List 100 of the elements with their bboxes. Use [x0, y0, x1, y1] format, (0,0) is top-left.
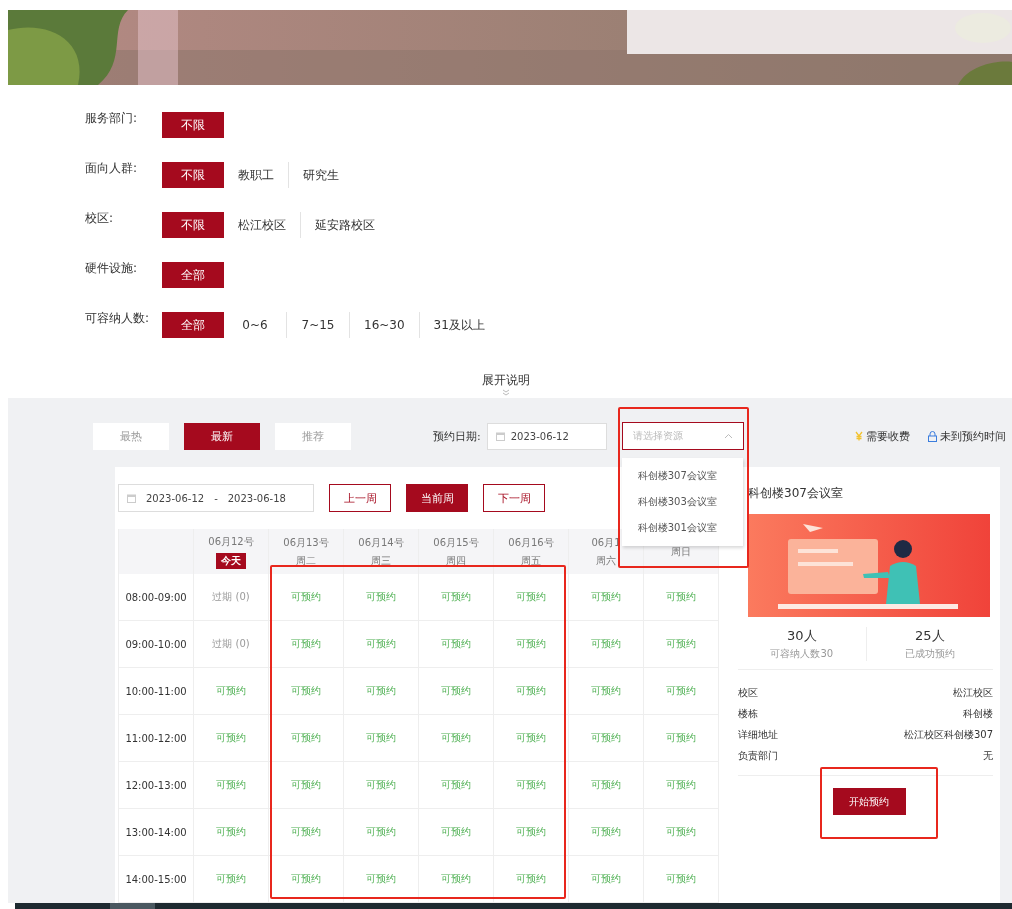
- available-slot[interactable]: 可预约: [344, 668, 419, 715]
- dropdown-option[interactable]: 科创楼303会议室: [621, 489, 743, 515]
- filter-option[interactable]: 延安路校区: [301, 212, 389, 238]
- date-label: 预约日期:: [433, 428, 481, 444]
- legend-label: 需要收费: [866, 428, 910, 444]
- available-slot[interactable]: 可预约: [419, 715, 494, 762]
- available-slot[interactable]: 可预约: [344, 621, 419, 668]
- time-cell: 13:00-14:00: [119, 809, 194, 856]
- info-value: 科创楼: [963, 707, 993, 721]
- available-slot[interactable]: 可预约: [494, 809, 569, 856]
- available-slot[interactable]: 可预约: [644, 715, 719, 762]
- filter-option[interactable]: 0~6: [224, 312, 286, 338]
- available-slot[interactable]: 可预约: [569, 668, 644, 715]
- filter-option[interactable]: 31及以上: [419, 312, 499, 338]
- date-label: 06月16号: [508, 535, 554, 550]
- filter-option[interactable]: 不限: [162, 112, 224, 138]
- week-button[interactable]: 上一周: [329, 484, 391, 512]
- filter-label: 硬件设施:: [85, 260, 139, 277]
- filter-option[interactable]: 松江校区: [224, 212, 300, 238]
- dropdown-option[interactable]: 科创楼307会议室: [621, 463, 743, 489]
- sort-tab[interactable]: 推荐: [275, 422, 351, 450]
- time-cell: 10:00-11:00: [119, 668, 194, 715]
- available-slot[interactable]: 可预约: [569, 574, 644, 621]
- available-slot[interactable]: 可预约: [569, 762, 644, 809]
- filter-option[interactable]: 教职工: [224, 162, 288, 188]
- available-slot[interactable]: 可预约: [269, 809, 344, 856]
- available-slot[interactable]: 可预约: [344, 574, 419, 621]
- weekday-label: 周日: [671, 544, 691, 559]
- available-slot[interactable]: 可预约: [644, 574, 719, 621]
- filter-option[interactable]: 研究生: [289, 162, 353, 188]
- sort-tab[interactable]: 最热: [93, 422, 169, 450]
- date-field[interactable]: 2023-06-12: [486, 422, 607, 450]
- available-slot[interactable]: 可预约: [419, 574, 494, 621]
- available-slot[interactable]: 可预约: [494, 762, 569, 809]
- available-slot[interactable]: 可预约: [494, 715, 569, 762]
- available-slot[interactable]: 可预约: [344, 715, 419, 762]
- available-slot[interactable]: 可预约: [269, 621, 344, 668]
- sort-tab[interactable]: 最新: [184, 422, 260, 450]
- available-slot[interactable]: 可预约: [269, 574, 344, 621]
- filter-option[interactable]: 全部: [162, 262, 224, 288]
- date-label: 06月13号: [283, 535, 329, 550]
- info-label: 校区: [738, 686, 758, 700]
- weekday-label: 周六: [596, 553, 616, 568]
- weekday-label: 周五: [521, 553, 541, 568]
- available-slot[interactable]: 可预约: [419, 668, 494, 715]
- time-cell: 08:00-09:00: [119, 574, 194, 621]
- book-button[interactable]: 开始预约: [832, 788, 906, 815]
- available-slot[interactable]: 可预约: [569, 809, 644, 856]
- available-slot[interactable]: 可预约: [494, 574, 569, 621]
- available-slot[interactable]: 可预约: [269, 762, 344, 809]
- info-value: 松江校区: [953, 686, 993, 700]
- available-slot[interactable]: 可预约: [194, 668, 269, 715]
- available-slot[interactable]: 可预约: [419, 762, 494, 809]
- today-badge: 今天: [216, 552, 246, 569]
- expired-slot: 过期 (0): [194, 574, 269, 621]
- calendar-icon: [495, 431, 505, 441]
- available-slot[interactable]: 可预约: [269, 668, 344, 715]
- available-slot[interactable]: 可预约: [644, 809, 719, 856]
- filter-option[interactable]: 全部: [162, 312, 224, 338]
- available-slot[interactable]: 可预约: [194, 715, 269, 762]
- expired-slot: 过期 (0): [194, 621, 269, 668]
- available-slot[interactable]: 可预约: [419, 809, 494, 856]
- weekday-label: 周二: [296, 553, 316, 568]
- info-label: 详细地址: [738, 728, 778, 742]
- available-slot[interactable]: 可预约: [194, 762, 269, 809]
- filter-label: 可容纳人数:: [85, 310, 151, 327]
- available-slot[interactable]: 可预约: [644, 621, 719, 668]
- available-slot[interactable]: 可预约: [644, 668, 719, 715]
- available-slot[interactable]: 可预约: [494, 621, 569, 668]
- date-range-field[interactable]: 2023-06-12 - 2023-06-18: [118, 484, 314, 512]
- dropdown-option[interactable]: 科创楼301会议室: [621, 515, 743, 541]
- weekday-label: 周三: [371, 553, 391, 568]
- chevron-icon: [723, 433, 733, 439]
- available-slot[interactable]: 可预约: [269, 715, 344, 762]
- week-button[interactable]: 下一周: [483, 484, 545, 512]
- filter-label: 服务部门:: [85, 110, 139, 127]
- week-button[interactable]: 当前周: [406, 484, 468, 512]
- filter-option[interactable]: 不限: [162, 212, 224, 238]
- filter-option[interactable]: 7~15: [287, 312, 349, 338]
- stat-label: 已成功预约: [904, 647, 955, 661]
- filter-option[interactable]: 不限: [162, 162, 224, 188]
- available-slot[interactable]: 可预约: [644, 762, 719, 809]
- available-slot[interactable]: 可预约: [569, 621, 644, 668]
- calendar-icon: [127, 493, 136, 503]
- double-chevron-icon: [502, 389, 510, 396]
- date-label: 06月12号: [208, 534, 254, 549]
- available-slot[interactable]: 可预约: [419, 621, 494, 668]
- legend-label: 未到预约时间: [940, 428, 1006, 444]
- info-label: 负责部门: [738, 749, 778, 763]
- available-slot[interactable]: 可预约: [494, 668, 569, 715]
- stat-label: 可容纳人数30: [770, 647, 834, 661]
- filter-option[interactable]: 16~30: [350, 312, 419, 338]
- expand-link[interactable]: 展开说明: [482, 372, 530, 389]
- available-slot[interactable]: 可预约: [344, 809, 419, 856]
- available-slot[interactable]: 可预约: [344, 762, 419, 809]
- date-label: 06月15号: [433, 535, 479, 550]
- available-slot[interactable]: 可预约: [194, 809, 269, 856]
- lock-icon: [928, 430, 937, 442]
- time-cell: 09:00-10:00: [119, 621, 194, 668]
- available-slot[interactable]: 可预约: [569, 715, 644, 762]
